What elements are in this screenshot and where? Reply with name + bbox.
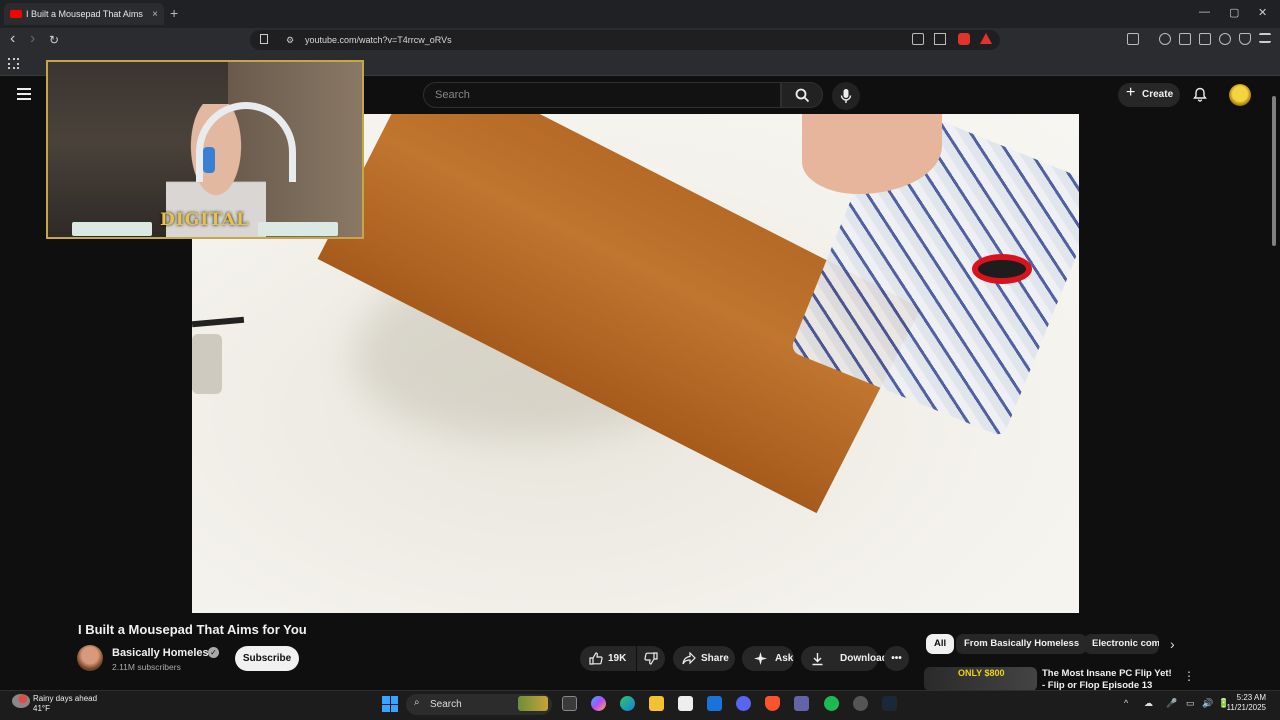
download-icon (812, 653, 823, 666)
plus-icon: + (1126, 84, 1136, 101)
voice-search-button[interactable] (832, 82, 860, 110)
teams-icon[interactable] (794, 696, 809, 711)
url-input[interactable]: youtube.com/watch?v=T4rrcw_oRVs (250, 30, 1000, 50)
search-icon (795, 88, 810, 103)
account-avatar[interactable] (1229, 84, 1251, 106)
more-actions-button[interactable]: ••• (884, 646, 909, 671)
cast-icon[interactable] (912, 33, 924, 45)
webcam-overlay: DIGITAL (46, 60, 364, 239)
thumbnail-overlay-text: ONLY $800 (958, 668, 1005, 678)
steam-icon[interactable] (882, 696, 897, 711)
sidebar-toggle-icon[interactable] (1127, 33, 1139, 45)
ask-label: Ask (775, 653, 794, 664)
forward-button[interactable]: › (30, 30, 35, 48)
chip-all[interactable]: All (926, 634, 955, 654)
spotify-icon[interactable] (824, 696, 839, 711)
recommended-video-menu-icon[interactable]: ⋮ (1183, 669, 1195, 683)
download-label: Download (840, 653, 888, 664)
tray-overflow-icon[interactable]: ^ (1124, 698, 1128, 708)
windows-taskbar (0, 690, 1280, 720)
windows-start-icon[interactable] (382, 696, 398, 712)
reader-icon[interactable] (1179, 33, 1191, 45)
file-explorer-icon[interactable] (649, 696, 664, 711)
thumbs-down-icon (644, 652, 658, 665)
back-button[interactable]: ‹ (10, 30, 15, 48)
weather-temp: 41°F (33, 704, 50, 713)
subscribe-button[interactable]: Subscribe (235, 646, 299, 671)
store-icon[interactable] (678, 696, 693, 711)
microphone-icon (840, 89, 852, 103)
subscriber-count: 2.11M subscribers (112, 662, 181, 672)
search-input[interactable]: Search (423, 82, 781, 108)
webcam-bar-right (258, 222, 338, 236)
close-window-button[interactable]: ✕ (1258, 6, 1267, 19)
channel-avatar[interactable] (77, 645, 103, 671)
clock-date: 11/21/2025 (1226, 703, 1266, 712)
headset-earcup-image (203, 147, 215, 173)
chip-electronic[interactable]: Electronic comp (1084, 634, 1159, 654)
sparkle-icon (754, 652, 767, 665)
weather-summary: Rainy days ahead (33, 694, 98, 703)
discord-icon[interactable] (736, 696, 751, 711)
scrollbar-thumb[interactable] (1272, 96, 1276, 246)
video-title: I Built a Mousepad That Aims for You (78, 622, 307, 637)
clock-time: 5:23 AM (1236, 693, 1266, 702)
recommended-video-title[interactable]: The Most Insane PC Flip Yet! - Flip or F… (1042, 668, 1172, 692)
verified-badge-icon: ✓ (208, 647, 219, 658)
screw-bag-image (192, 334, 222, 394)
edge-icon[interactable] (620, 696, 635, 711)
wallet-icon[interactable] (1199, 33, 1211, 45)
share-button[interactable]: Share (673, 646, 735, 671)
new-tab-button[interactable]: + (170, 5, 178, 21)
maximize-button[interactable]: ▢ (1229, 6, 1239, 19)
notifications-bell-icon[interactable] (1193, 87, 1207, 102)
brave-shield-icon[interactable] (958, 33, 970, 45)
widgets-icon[interactable] (518, 696, 548, 711)
like-button[interactable]: 19K (580, 646, 636, 671)
media-icon[interactable] (1159, 33, 1171, 45)
brave-rewards-icon[interactable] (980, 33, 992, 44)
microphone-tray-icon[interactable]: 🎤 (1166, 698, 1177, 709)
webcam-bar-left (72, 222, 152, 236)
app-icon[interactable] (853, 696, 868, 711)
taskbar-search-icon: ⌕ (414, 697, 420, 708)
browser-tab-strip (0, 0, 1280, 28)
weather-icon[interactable] (12, 694, 30, 708)
chips-next-chevron-icon[interactable]: › (1170, 636, 1175, 652)
brave-icon[interactable] (765, 696, 780, 711)
share-icon (682, 652, 696, 665)
bookmark-icon[interactable] (260, 34, 268, 44)
share-label: Share (701, 653, 729, 664)
reload-button[interactable]: ↻ (49, 33, 59, 47)
scissors-image (972, 254, 1032, 284)
outlook-icon[interactable] (707, 696, 722, 711)
search-button[interactable] (781, 82, 823, 108)
thumbs-up-icon (589, 652, 603, 665)
dislike-button[interactable] (637, 646, 665, 671)
network-icon[interactable]: ▭ (1186, 698, 1195, 709)
system-clock[interactable]: 5:23 AM 11/21/2025 (1206, 693, 1266, 713)
site-info-icon[interactable]: ⚙ (286, 35, 294, 46)
minimize-button[interactable]: — (1199, 6, 1210, 18)
tab-title: I Built a Mousepad That Aims (26, 9, 143, 19)
browser-tab[interactable]: I Built a Mousepad That Aims × (4, 3, 164, 25)
browser-menu-icon[interactable] (1259, 33, 1271, 43)
ask-button[interactable]: Ask (742, 646, 794, 671)
channel-name[interactable]: Basically Homeless (112, 647, 215, 659)
onedrive-icon[interactable]: ☁ (1144, 698, 1153, 709)
hamburger-menu-icon[interactable] (17, 88, 31, 103)
task-view-icon[interactable] (562, 696, 577, 711)
download-button[interactable]: Download (801, 646, 888, 671)
like-count: 19K (608, 653, 627, 664)
youtube-favicon-icon (10, 10, 22, 18)
vpn-icon[interactable] (1239, 33, 1251, 45)
apps-grid-icon[interactable] (8, 58, 19, 69)
share-page-icon[interactable] (934, 33, 946, 45)
copilot-icon[interactable] (591, 696, 606, 711)
weather-widget[interactable]: Rainy days ahead 41°F (33, 694, 97, 714)
chip-from-channel[interactable]: From Basically Homeless (956, 634, 1088, 654)
tab-close-icon[interactable]: × (152, 9, 158, 20)
webcam-logo: DIGITAL (160, 210, 250, 230)
leo-ai-icon[interactable] (1219, 33, 1231, 45)
